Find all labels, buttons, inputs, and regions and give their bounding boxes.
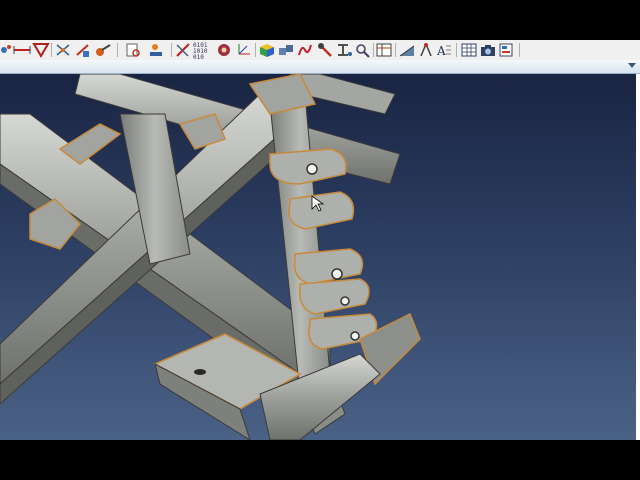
toolbar-separator — [117, 43, 118, 57]
multi-cube-icon[interactable] — [277, 41, 295, 59]
camera-icon[interactable] — [479, 41, 497, 59]
connector-icon[interactable] — [146, 41, 168, 59]
beam-section-icon[interactable] — [336, 41, 354, 59]
svg-text:010: 010 — [193, 54, 204, 59]
toolbar-separator — [456, 43, 457, 57]
chevron-down-icon[interactable] — [628, 63, 636, 68]
toolbar-separator — [171, 43, 172, 57]
vector-add-icon[interactable] — [74, 41, 92, 59]
toolbar-separator — [51, 43, 52, 57]
ribbon-collapse-bar[interactable] — [0, 60, 640, 74]
svg-text:A: A — [436, 44, 446, 58]
pencil-ruler-icon[interactable] — [174, 41, 192, 59]
mesh-edit-icon[interactable] — [54, 41, 72, 59]
spring-coil-icon[interactable] — [296, 41, 316, 59]
filter-funnel-icon[interactable] — [32, 41, 50, 59]
weld-torch-icon[interactable] — [94, 41, 114, 59]
document-search-icon[interactable] — [124, 41, 144, 59]
measure-distance-icon[interactable] — [12, 41, 32, 59]
toolbar-separator — [519, 43, 520, 57]
text-annotation-icon[interactable]: A — [435, 41, 453, 59]
toolbar-separator — [395, 43, 396, 57]
main-toolbar: 0101 1010 010 A — [0, 40, 640, 61]
properties-panel-icon[interactable] — [498, 41, 516, 59]
gear-spring-icon[interactable] — [214, 41, 234, 59]
axis-xyz-icon[interactable] — [235, 41, 253, 59]
binary-data-icon[interactable]: 0101 1010 010 — [192, 41, 212, 59]
toolbar-separator — [373, 43, 374, 57]
toolbar-separator — [255, 43, 256, 57]
bolt-icon[interactable] — [317, 41, 335, 59]
viewport-edge — [636, 74, 640, 440]
signal-ramp-icon[interactable] — [398, 41, 416, 59]
graphics-viewport[interactable] — [0, 74, 636, 440]
compass-tool-icon[interactable] — [417, 41, 435, 59]
node-tools-icon[interactable] — [0, 41, 12, 59]
frame-assembly-model[interactable] — [0, 74, 636, 440]
color-cube-icon[interactable] — [258, 41, 276, 59]
table-grid-icon[interactable] — [375, 41, 393, 59]
spreadsheet-icon[interactable] — [460, 41, 478, 59]
letterbox-bottom — [0, 440, 640, 480]
zoom-check-icon[interactable] — [354, 41, 372, 59]
